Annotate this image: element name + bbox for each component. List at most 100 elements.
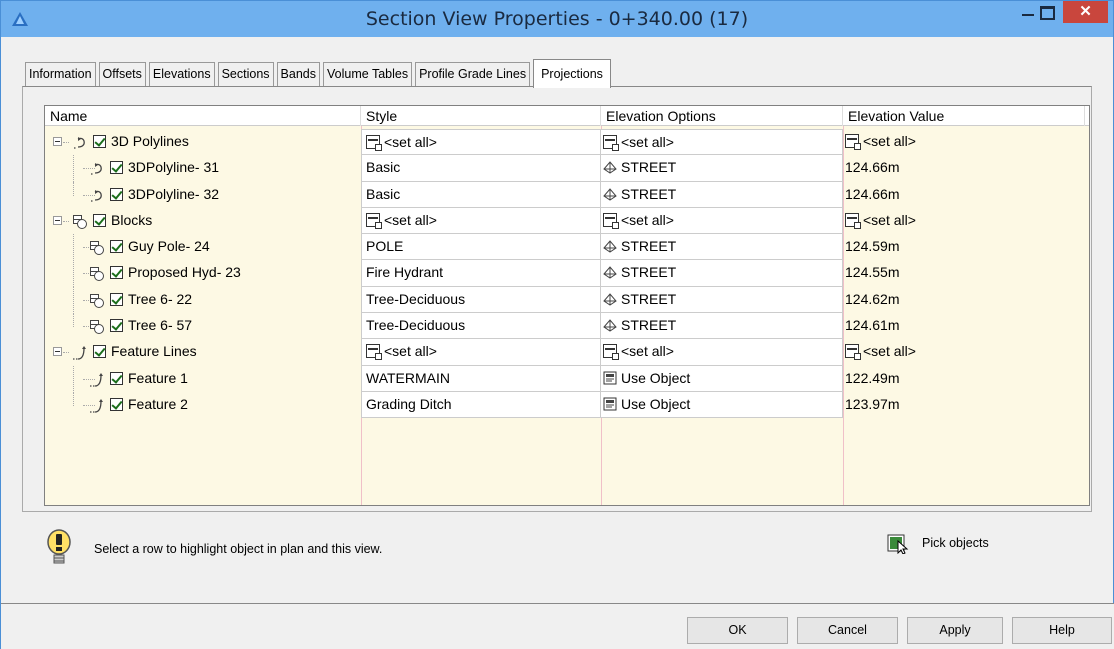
elevation-option-value: <set all>	[621, 211, 674, 228]
row-name: Tree 6- 57	[128, 317, 193, 334]
tree-item-row[interactable]: 3DPolyline- 32 Basic STREET 124.66m	[45, 181, 1089, 208]
title-bar[interactable]: Section View Properties - 0+340.00 (17) …	[1, 1, 1113, 37]
cancel-button[interactable]: Cancel	[797, 617, 898, 644]
elevation-option-cell[interactable]: STREET	[601, 286, 843, 314]
apply-button[interactable]: Apply	[907, 617, 1003, 644]
tree-item-row[interactable]: Tree 6- 57 Tree-Deciduous STREET 124.61m	[45, 313, 1089, 340]
style-cell[interactable]: <set all>	[361, 207, 601, 235]
style-cell[interactable]: Grading Ditch	[361, 391, 601, 419]
elevation-option-cell[interactable]: Use Object	[601, 391, 843, 419]
tree-group-row[interactable]: Feature Lines <set all> <set all> <set all>	[45, 339, 1089, 366]
elevation-value-cell[interactable]: 124.62m	[843, 287, 1085, 313]
tree-item-row[interactable]: Feature 2 Grading Ditch Use Object 123.97m	[45, 391, 1089, 419]
ok-button[interactable]: OK	[687, 617, 788, 644]
elevation-option-value: <set all>	[621, 134, 674, 150]
style-cell[interactable]: Basic	[361, 155, 601, 182]
tree-group-row[interactable]: 3D Polylines <set all> <set all> <set all>	[45, 129, 1089, 156]
style-cell[interactable]: Tree-Deciduous	[361, 313, 601, 340]
dialog-window: Section View Properties - 0+340.00 (17) …	[0, 0, 1114, 649]
style-cell[interactable]: Basic	[361, 181, 601, 208]
elevation-value-cell[interactable]: 124.61m	[843, 313, 1085, 339]
name-cell[interactable]: Feature 2	[45, 391, 361, 418]
elevation-option-cell[interactable]: STREET	[601, 260, 843, 287]
pick-objects-icon[interactable]	[887, 534, 909, 554]
style-value: Basic	[366, 185, 401, 202]
collapse-toggle-icon[interactable]	[53, 137, 62, 146]
visibility-checkbox[interactable]	[93, 135, 106, 148]
name-cell[interactable]: Tree 6- 57	[45, 313, 361, 339]
tab-profile-grade-lines[interactable]: Profile Grade Lines	[415, 62, 531, 87]
tree-item-row[interactable]: Proposed Hyd- 23 Fire Hydrant STREET 124.55…	[45, 260, 1089, 288]
help-button[interactable]: Help	[1012, 617, 1112, 644]
tree-item-row[interactable]: Tree 6- 22 Tree-Deciduous STREET 124.62m	[45, 286, 1089, 314]
visibility-checkbox[interactable]	[110, 319, 123, 333]
tree-item-row[interactable]: Feature 1 WATERMAIN Use Object 122.49m	[45, 365, 1089, 393]
visibility-checkbox[interactable]	[110, 187, 123, 201]
pick-objects-label[interactable]: Pick objects	[922, 536, 989, 550]
elevation-value-cell[interactable]: 124.59m	[843, 234, 1085, 260]
visibility-checkbox[interactable]	[110, 240, 123, 254]
feature-line-icon	[89, 371, 105, 387]
close-button[interactable]: ✕	[1063, 1, 1108, 23]
style-cell[interactable]: POLE	[361, 234, 601, 261]
name-cell[interactable]: Guy Pole- 24	[45, 234, 361, 262]
elevation-value-cell[interactable]: 122.49m	[843, 366, 1085, 392]
visibility-checkbox[interactable]	[93, 213, 106, 227]
tab-sections[interactable]: Sections	[217, 62, 274, 87]
elevation-option-cell[interactable]: STREET	[601, 234, 843, 261]
name-cell[interactable]: Feature 1	[45, 365, 361, 393]
style-cell[interactable]: Fire Hydrant	[361, 260, 601, 287]
column-header-style[interactable]: Style	[361, 106, 601, 126]
elevation-value-cell[interactable]: 124.55m	[843, 260, 1085, 286]
tab-information[interactable]: Information	[25, 62, 96, 87]
tab-bands[interactable]: Bands	[276, 62, 320, 87]
tab-elevations[interactable]: Elevations	[148, 62, 215, 87]
elevation-option-cell[interactable]: <set all>	[601, 339, 843, 366]
elevation-option-cell[interactable]: STREET	[601, 313, 843, 340]
elevation-value-cell[interactable]: 123.97m	[843, 392, 1085, 418]
tree-group-row[interactable]: Blocks <set all> <set all> <set all>	[45, 207, 1089, 235]
tree-item-row[interactable]: 3DPolyline- 31 Basic STREET 124.66m	[45, 155, 1089, 183]
elevation-option-cell[interactable]: STREET	[601, 181, 843, 208]
elevation-value-cell[interactable]: <set all>	[843, 129, 1085, 155]
elevation-option-cell[interactable]: <set all>	[601, 129, 843, 156]
visibility-checkbox[interactable]	[110, 371, 123, 385]
visibility-checkbox[interactable]	[93, 345, 106, 359]
elevation-value-cell[interactable]: <set all>	[843, 208, 1085, 234]
elevation-option-cell[interactable]: Use Object	[601, 365, 843, 392]
name-cell[interactable]: Tree 6- 22	[45, 286, 361, 314]
tab-volume-tables[interactable]: Volume Tables	[323, 62, 413, 87]
tree-item-row[interactable]: Guy Pole- 24 POLE STREET 124.59m	[45, 234, 1089, 262]
column-header-elevation-value[interactable]: Elevation Value	[843, 106, 1085, 126]
name-cell[interactable]: 3DPolyline- 31	[45, 155, 361, 183]
elevation-value: 124.62m	[845, 290, 900, 307]
name-cell[interactable]: 3D Polylines	[45, 129, 361, 155]
column-header-name[interactable]: Name	[45, 106, 361, 126]
tab-projections[interactable]: Projections	[533, 59, 611, 88]
elevation-value-cell[interactable]: 124.66m	[843, 155, 1085, 181]
name-cell[interactable]: 3DPolyline- 32	[45, 181, 361, 208]
hint-text: Select a row to highlight object in plan…	[94, 542, 383, 556]
style-cell[interactable]: <set all>	[361, 129, 601, 156]
tab-offsets[interactable]: Offsets	[98, 62, 146, 87]
name-cell[interactable]: Blocks	[45, 208, 361, 234]
name-cell[interactable]: Feature Lines	[45, 339, 361, 365]
visibility-checkbox[interactable]	[110, 292, 123, 306]
tree-connector	[73, 234, 74, 262]
elevation-value-cell[interactable]: <set all>	[843, 339, 1085, 365]
style-cell[interactable]: WATERMAIN	[361, 365, 601, 392]
style-cell[interactable]: Tree-Deciduous	[361, 286, 601, 314]
visibility-checkbox[interactable]	[110, 397, 123, 411]
column-header-elevation-options[interactable]: Elevation Options	[601, 106, 843, 126]
elevation-option-cell[interactable]: STREET	[601, 155, 843, 182]
visibility-checkbox[interactable]	[110, 161, 123, 175]
maximize-button[interactable]	[1031, 1, 1059, 23]
elevation-value-cell[interactable]: 124.66m	[843, 182, 1085, 208]
style-cell[interactable]: <set all>	[361, 339, 601, 366]
collapse-toggle-icon[interactable]	[53, 215, 62, 225]
elevation-option-cell[interactable]: <set all>	[601, 207, 843, 235]
visibility-checkbox[interactable]	[110, 266, 123, 280]
collapse-toggle-icon[interactable]	[53, 347, 62, 357]
tree-connector	[73, 365, 74, 393]
name-cell[interactable]: Proposed Hyd- 23	[45, 260, 361, 288]
